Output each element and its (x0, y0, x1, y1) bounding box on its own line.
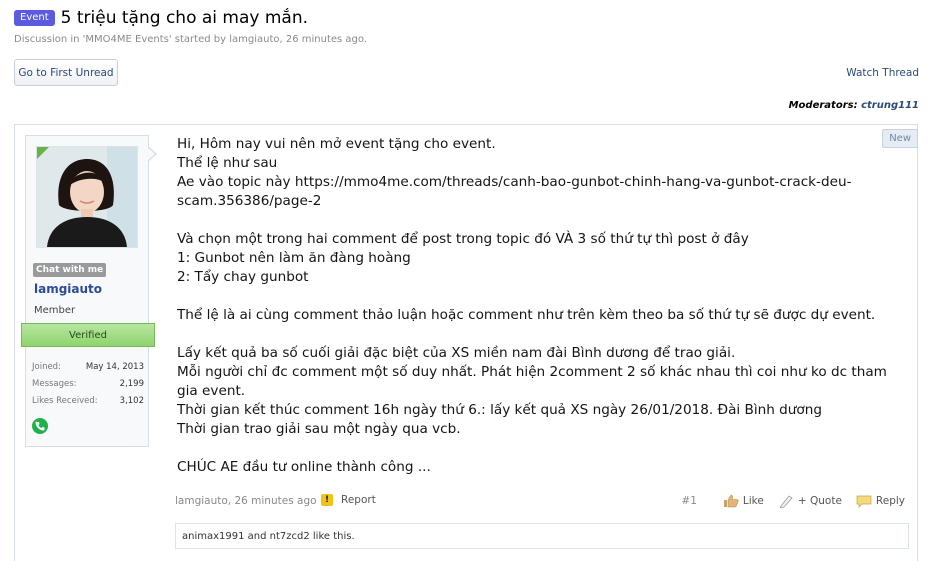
avatar[interactable] (36, 146, 138, 248)
message-line: Thời gian trao giải sau một ngày qua vcb… (177, 421, 461, 437)
stat-messages: Messages: 2,199 (32, 379, 144, 389)
stat-joined: Joined: May 14, 2013 (32, 362, 144, 372)
post: New Chat with me lamgiauto Member Verifi… (14, 124, 918, 561)
thread-subtitle: Discussion in 'MMO4ME Events' started by… (14, 34, 368, 45)
likes-summary[interactable]: animax1991 and nt7zcd2 like this. (175, 523, 909, 549)
chat-with-me-badge[interactable]: Chat with me (33, 263, 107, 277)
post-message: Hi, Hôm nay vui nên mở event tặng cho ev… (177, 135, 893, 477)
message-line: Hi, Hôm nay vui nên mở event tặng cho ev… (177, 136, 496, 152)
post-number-link[interactable]: #1 (681, 495, 696, 507)
online-indicator-icon (37, 147, 49, 159)
message-line: 2: Tẩy chay gunbot (177, 269, 309, 285)
like-button[interactable]: Like (723, 494, 764, 508)
message-line: gia event. (177, 383, 246, 399)
message-line[interactable]: scam.356386/page-2 (177, 192, 893, 211)
report-label: Report (341, 494, 376, 506)
go-to-first-unread-button[interactable]: Go to First Unread (14, 59, 118, 86)
post-author-date[interactable]: lamgiauto, 26 minutes ago (175, 495, 317, 507)
reply-icon (856, 495, 872, 508)
message-line: Mỗi người chỉ đc comment một số duy nhất… (177, 364, 887, 380)
post-actions: #1 Like + Quote Reply (681, 494, 905, 508)
message-line: Và chọn một trong hai comment để post tr… (177, 231, 749, 247)
moderators-label: Moderators: (788, 100, 858, 111)
message-line: CHÚC AE đầu tư online thành công ... (177, 459, 431, 475)
message-line: Thời gian kết thúc comment 16h ngày thứ … (177, 402, 822, 418)
quote-button[interactable]: + Quote (778, 494, 842, 508)
username-link[interactable]: lamgiauto (34, 282, 102, 296)
quote-icon (779, 495, 793, 508)
reply-button[interactable]: Reply (856, 494, 905, 508)
phone-icon[interactable] (32, 418, 48, 434)
verified-banner: Verified (21, 323, 155, 347)
moderators-line: Moderators: ctrung111 (789, 100, 919, 111)
avatar-image (37, 147, 137, 247)
message-line: Thể lệ là ai cùng comment thảo luận hoặc… (177, 307, 876, 323)
user-card: Chat with me lamgiauto Member Verified J… (21, 135, 157, 447)
moderator-name-link[interactable]: ctrung111 (861, 100, 919, 111)
warning-icon: ! (321, 494, 333, 506)
user-title: Member (34, 305, 76, 316)
message-line: 1: Gunbot nên làm ăn đàng hoàng (177, 250, 411, 266)
message-line[interactable]: Ae vào topic này https://mmo4me.com/thre… (177, 173, 893, 192)
post-footer: lamgiauto, 26 minutes ago ! Report #1 Li… (175, 493, 905, 511)
message-line: Thể lệ như sau (177, 155, 278, 171)
thread-title: 5 triệu tặng cho ai may mắn. (60, 8, 309, 28)
event-badge[interactable]: Event (14, 10, 55, 26)
thumbs-up-icon (723, 494, 739, 508)
message-line: Lấy kết quả ba số cuối giải đặc biệt của… (177, 345, 736, 361)
thread-title-row: Event 5 triệu tặng cho ai may mắn. (14, 8, 308, 28)
watch-thread-link[interactable]: Watch Thread (846, 67, 919, 79)
report-link[interactable]: ! Report (321, 494, 376, 506)
user-stats: Joined: May 14, 2013 Messages: 2,199 Lik… (32, 362, 144, 413)
stat-likes-received: Likes Received: 3,102 (32, 396, 144, 406)
